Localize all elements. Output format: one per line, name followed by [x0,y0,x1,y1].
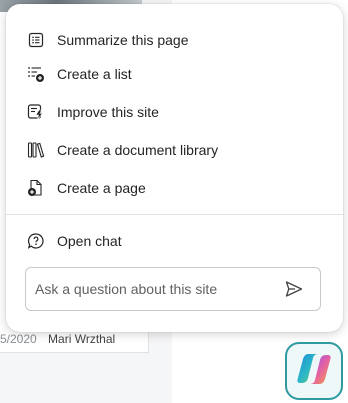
menu-item-create-page[interactable]: Create a page [26,175,146,201]
copilot-button[interactable] [285,342,343,400]
menu-item-improve-site[interactable]: Improve this site [26,99,159,125]
chat-question-icon [26,231,46,251]
menu-item-create-list[interactable]: Create a list [26,61,132,87]
background-row-date: 5/2020 [0,332,37,346]
copilot-menu: Summarize this page Create a list Improv… [6,4,343,332]
menu-item-label: Create a page [57,180,146,196]
open-chat-button[interactable]: Open chat [26,228,122,254]
menu-divider [6,214,343,215]
menu-item-label: Summarize this page [57,32,189,48]
menu-item-label: Create a list [57,66,132,82]
add-page-icon [26,178,46,198]
open-chat-label: Open chat [57,233,122,249]
menu-item-summarize-page[interactable]: Summarize this page [26,27,189,53]
ask-question-input[interactable] [26,280,282,298]
menu-item-create-document-library[interactable]: Create a document library [26,137,218,163]
ask-question-box [25,267,321,311]
background-list-row: 5/2020 Mari Wrzthal [0,332,148,352]
menu-item-label: Create a document library [57,142,219,158]
library-icon [26,140,46,160]
menu-item-label: Improve this site [57,104,159,120]
summary-list-icon [26,30,46,50]
background-row-author: Mari Wrzthal [48,332,116,346]
improve-site-icon [26,102,46,122]
send-icon[interactable] [282,277,306,301]
copilot-logo-icon [296,352,332,391]
add-list-icon [26,64,46,84]
